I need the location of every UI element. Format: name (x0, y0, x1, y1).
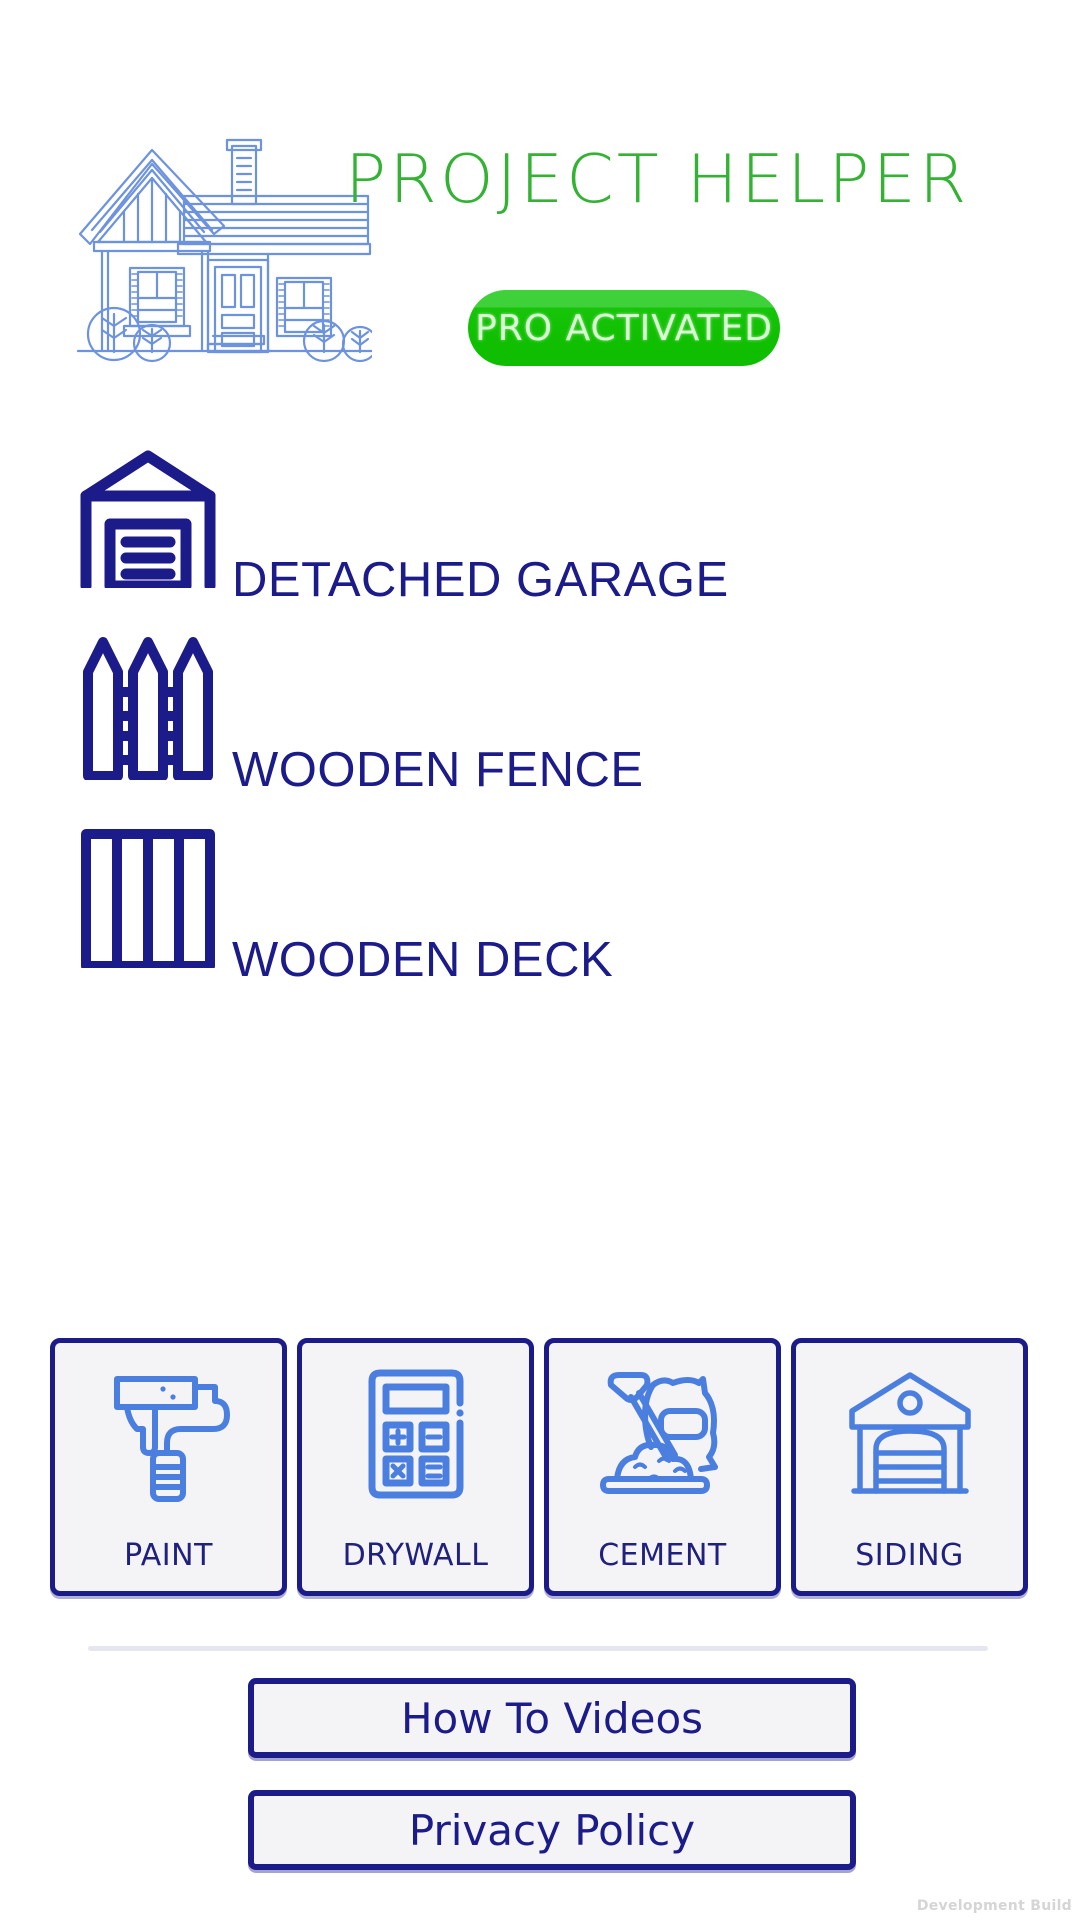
calculator-card-label-drywall: DRYWALL (342, 1538, 489, 1573)
app-screen: PROJECT HELPER PRO ACTIVATED DETACHED GA… (0, 0, 1080, 1920)
calculator-card-drywall[interactable]: DRYWALL (297, 1338, 534, 1596)
status-badge-pro-activated[interactable]: PRO ACTIVATED (468, 290, 780, 366)
calculator-card-label-paint: PAINT (124, 1538, 213, 1573)
calculator-card-paint[interactable]: PAINT (50, 1338, 287, 1596)
house-illustration-icon (72, 138, 379, 368)
menu-item-detached-garage[interactable]: DETACHED GARAGE (0, 440, 1080, 630)
how-to-videos-button[interactable]: How To Videos (248, 1678, 856, 1758)
menu-item-wooden-fence[interactable]: WOODEN FENCE (0, 630, 1080, 820)
footer-divider (88, 1646, 988, 1651)
menu-item-label-wooden-deck: WOODEN DECK (232, 933, 614, 987)
fence-icon (80, 632, 216, 781)
menu-item-label-detached-garage: DETACHED GARAGE (232, 553, 729, 607)
app-header: PROJECT HELPER PRO ACTIVATED (0, 0, 1080, 430)
project-menu-list: DETACHED GARAGE WOODEN FENCE WOODEN DECK (0, 440, 1080, 1010)
calculator-card-siding[interactable]: SIDING (791, 1338, 1028, 1596)
calculator-card-grid: PAINT DRYWALL CEMENT SIDING (50, 1338, 1030, 1596)
privacy-policy-button[interactable]: Privacy Policy (248, 1790, 856, 1870)
cement-bag-shovel-icon (597, 1363, 729, 1503)
calculator-card-label-cement: CEMENT (598, 1538, 727, 1573)
garage-icon (80, 448, 216, 592)
deck-icon (80, 828, 216, 971)
development-build-watermark: Development Build (916, 1898, 1072, 1914)
menu-item-label-wooden-fence: WOODEN FENCE (232, 743, 644, 797)
calculator-icon (350, 1363, 482, 1503)
garage-building-icon (844, 1363, 976, 1503)
calculator-card-cement[interactable]: CEMENT (544, 1338, 781, 1596)
paint-roller-icon (103, 1363, 235, 1503)
calculator-card-label-siding: SIDING (855, 1538, 964, 1573)
menu-item-wooden-deck[interactable]: WOODEN DECK (0, 820, 1080, 1010)
page-title: PROJECT HELPER (345, 140, 970, 218)
